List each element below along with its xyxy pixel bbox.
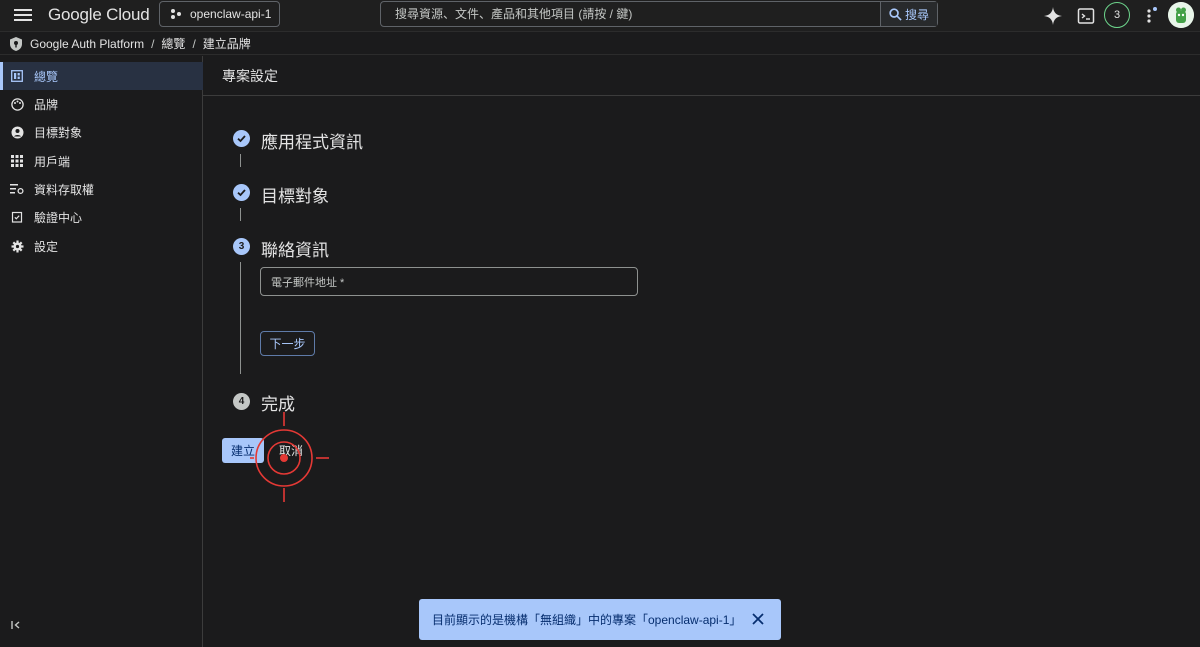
google-cloud-logo[interactable]: Google Cloud	[48, 5, 150, 25]
palette-icon	[10, 97, 24, 111]
cancel-button[interactable]: 取消	[271, 438, 311, 463]
step-title-finish: 完成	[261, 395, 295, 414]
breadcrumb-auth-platform[interactable]: Google Auth Platform	[30, 37, 144, 51]
collapse-sidebar-icon[interactable]	[11, 620, 21, 633]
sidebar-item-audience[interactable]: 目標對象	[0, 118, 203, 146]
sidebar-item-label: 設定	[34, 239, 59, 254]
settings-gear-icon	[10, 239, 24, 253]
top-app-bar: Google Cloud openclaw-api-1 搜尋 3	[0, 0, 1200, 32]
breadcrumb-separator: /	[151, 36, 155, 51]
step-complete-check-icon	[233, 184, 250, 201]
account-avatar[interactable]	[1168, 2, 1194, 28]
breadcrumb-overview[interactable]: 總覽	[161, 35, 185, 52]
create-button[interactable]: 建立	[222, 438, 264, 463]
gemini-sparkle-icon[interactable]	[1043, 6, 1063, 26]
toast-message: 目前顯示的是機構「無組織」中的專案「openclaw-api-1」	[432, 613, 742, 627]
search-button-label: 搜尋	[904, 7, 929, 22]
breadcrumb-create-brand: 建立品牌	[202, 37, 251, 51]
step-connector	[240, 262, 241, 374]
more-options-icon[interactable]	[1140, 6, 1160, 26]
sidebar-item-label: 驗證中心	[34, 210, 83, 225]
project-picker-button[interactable]: openclaw-api-1	[159, 1, 280, 27]
sidebar-item-brand[interactable]: 品牌	[0, 90, 203, 118]
sidebar-item-label: 用戶端	[34, 154, 71, 169]
cloud-shell-terminal-icon[interactable]	[1076, 6, 1096, 26]
step-connector	[240, 208, 241, 221]
sidebar-item-label: 品牌	[34, 97, 59, 112]
next-step-button[interactable]: 下一步	[260, 331, 315, 356]
sidebar-item-label: 資料存取權	[34, 182, 95, 197]
sidebar-item-data-access[interactable]: 資料存取權	[0, 175, 203, 203]
sidebar-item-label: 目標對象	[34, 125, 83, 140]
step-complete-check-icon	[233, 130, 250, 147]
email-field[interactable]: 電子郵件地址 *	[260, 267, 638, 296]
project-hub-icon	[171, 9, 181, 19]
step-title-contact-info: 聯絡資訊	[261, 241, 329, 260]
person-icon	[10, 125, 24, 139]
dashboard-icon	[10, 69, 24, 83]
data-access-icon	[10, 182, 24, 196]
breadcrumb: Google Auth Platform / 總覽 / 建立品牌	[0, 33, 1200, 55]
step-connector	[240, 154, 241, 167]
step-title-app-info[interactable]: 應用程式資訊	[261, 128, 363, 153]
sidebar-item-overview[interactable]: 總覽	[0, 62, 203, 90]
sidebar-item-label: 總覽	[34, 69, 59, 84]
breadcrumb-separator: /	[192, 36, 196, 51]
search-button[interactable]: 搜尋	[880, 2, 937, 26]
notifications-count-badge[interactable]: 3	[1104, 2, 1130, 28]
project-name: openclaw-api-1	[190, 7, 272, 21]
search-icon	[889, 7, 902, 21]
page-title: 專案設定	[203, 56, 1200, 96]
close-icon[interactable]	[751, 612, 765, 626]
search-input[interactable]	[381, 2, 880, 26]
sidebar-item-settings[interactable]: 設定	[0, 232, 203, 260]
project-context-toast: 目前顯示的是機構「無組織」中的專案「openclaw-api-1」	[419, 599, 781, 640]
sidebar-item-clients[interactable]: 用戶端	[0, 147, 203, 175]
verification-icon	[10, 210, 24, 224]
apps-grid-icon	[10, 154, 24, 168]
step-number-badge: 3	[233, 238, 250, 255]
hamburger-menu-icon[interactable]	[12, 6, 34, 26]
search-bar: 搜尋	[380, 1, 938, 27]
step-number-badge: 4	[233, 393, 250, 410]
sidebar-item-verification-center[interactable]: 驗證中心	[0, 203, 203, 231]
sidebar: 總覽 品牌 目標對象 用戶端 資料存取權 驗證中心 設定	[0, 56, 203, 647]
auth-platform-shield-icon	[10, 36, 22, 51]
step-title-audience[interactable]: 目標對象	[261, 182, 329, 207]
